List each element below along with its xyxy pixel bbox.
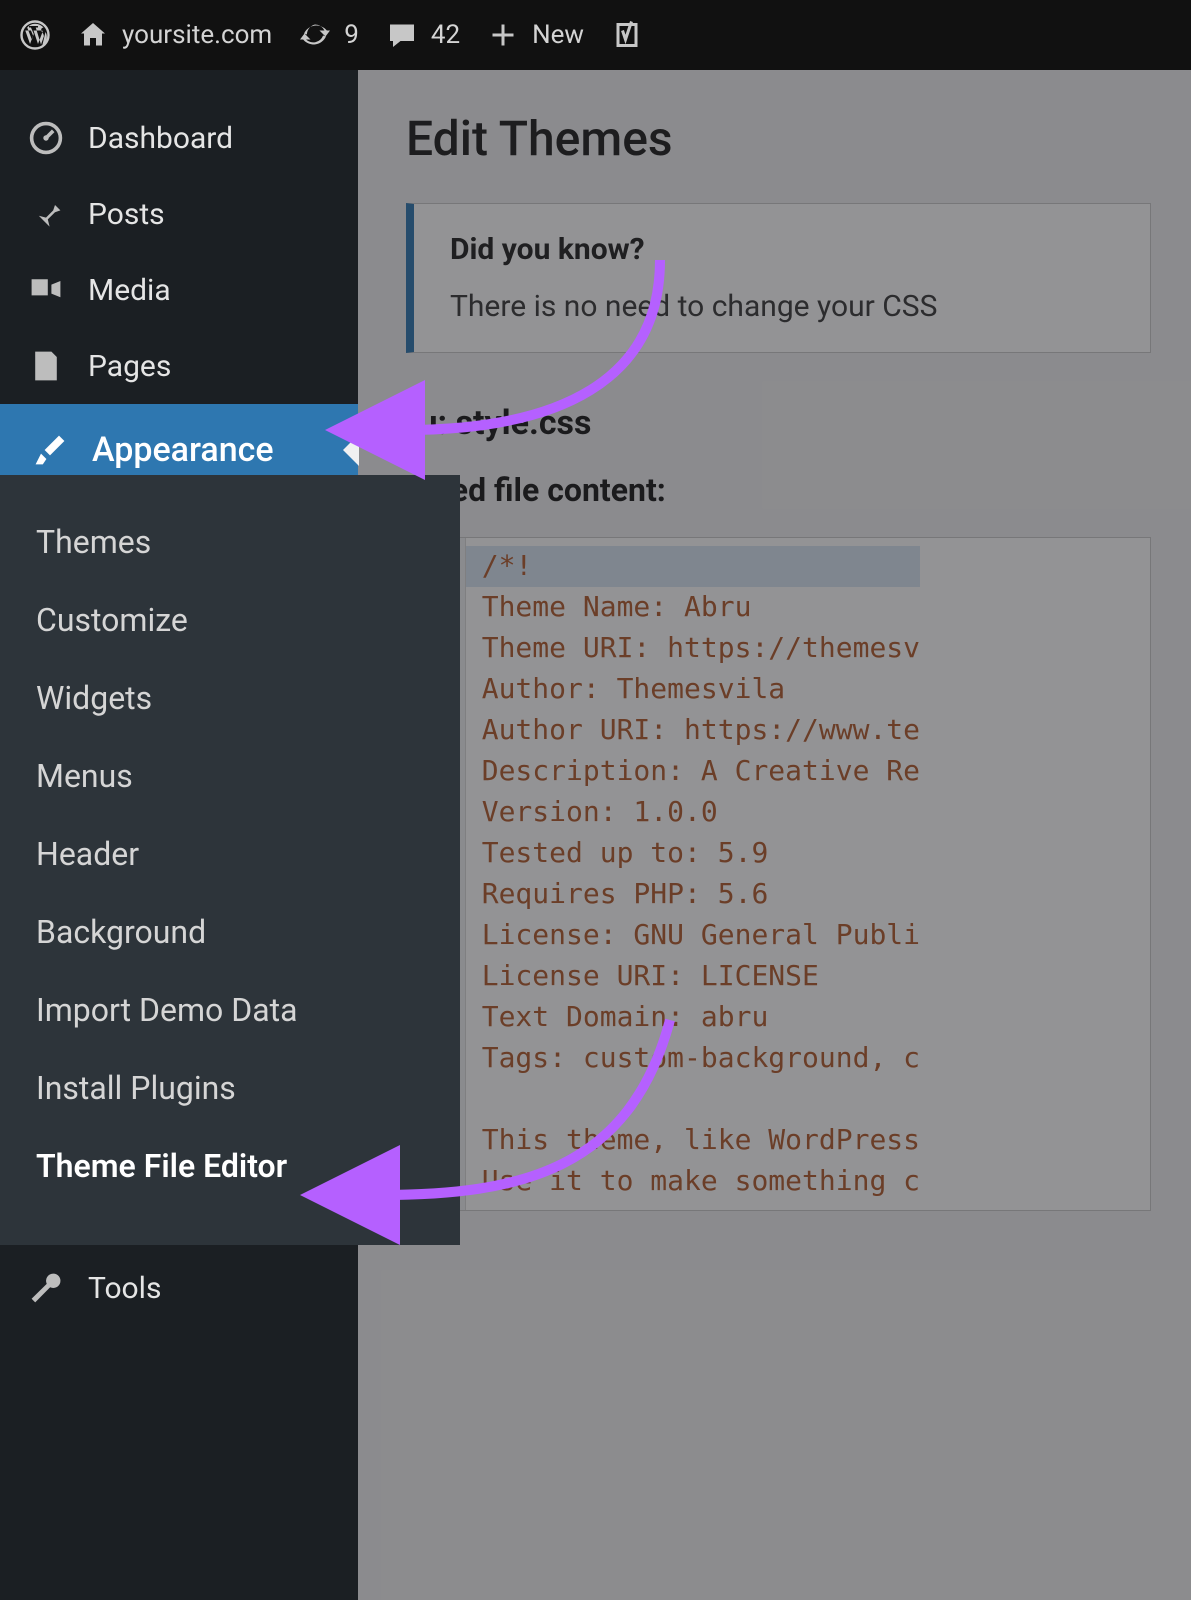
plus-icon [488, 20, 518, 50]
submenu-label: Theme File Editor [36, 1147, 287, 1185]
brush-icon [32, 432, 68, 468]
appearance-submenu: Themes Customize Widgets Menus Header Ba… [0, 475, 460, 1245]
sidebar-item-tools[interactable]: Tools [0, 1250, 358, 1326]
sidebar-item-label: Tools [88, 1271, 161, 1306]
submenu-label: Menus [36, 757, 133, 795]
dashboard-icon [28, 120, 64, 156]
media-icon [28, 272, 64, 308]
pin-icon [28, 196, 64, 232]
comments-count: 42 [431, 20, 460, 50]
sidebar-item-label: Dashboard [88, 121, 233, 156]
wp-logo[interactable] [20, 20, 50, 50]
submenu-item-widgets[interactable]: Widgets [0, 659, 460, 737]
refresh-icon [300, 20, 330, 50]
tools-icon [28, 1270, 64, 1306]
submenu-item-theme-file-editor[interactable]: Theme File Editor [0, 1127, 460, 1205]
updates-link[interactable]: 9 [300, 20, 359, 50]
home-icon [78, 20, 108, 50]
comment-icon [387, 20, 417, 50]
updates-count: 9 [344, 20, 359, 50]
admin-bar: yoursite.com 9 42 New [0, 0, 1191, 70]
yoast-link[interactable] [612, 20, 642, 50]
wordpress-icon [20, 20, 50, 50]
new-content-link[interactable]: New [488, 20, 584, 50]
comments-link[interactable]: 42 [387, 20, 460, 50]
new-label: New [532, 20, 584, 50]
submenu-item-import-demo[interactable]: Import Demo Data [0, 971, 460, 1049]
yoast-icon [612, 20, 642, 50]
submenu-item-background[interactable]: Background [0, 893, 460, 971]
sidebar-item-label: Pages [88, 349, 171, 384]
dim-overlay [358, 70, 1191, 1600]
submenu-item-install-plugins[interactable]: Install Plugins [0, 1049, 460, 1127]
submenu-item-menus[interactable]: Menus [0, 737, 460, 815]
submenu-label: Header [36, 835, 139, 873]
sidebar-menu: Dashboard Posts Media Pages Appearance [0, 70, 358, 496]
submenu-label: Background [36, 913, 206, 951]
site-name: yoursite.com [122, 20, 272, 50]
submenu-label: Customize [36, 601, 188, 639]
sidebar-item-media[interactable]: Media [0, 252, 358, 328]
submenu-label: Install Plugins [36, 1069, 236, 1107]
sidebar-item-dashboard[interactable]: Dashboard [0, 100, 358, 176]
sidebar-item-label: Appearance [92, 430, 274, 470]
submenu-label: Import Demo Data [36, 991, 298, 1029]
submenu-label: Widgets [36, 679, 152, 717]
submenu-label: Themes [36, 523, 151, 561]
sidebar-item-posts[interactable]: Posts [0, 176, 358, 252]
sidebar-item-label: Media [88, 273, 171, 308]
admin-sidebar: Dashboard Posts Media Pages Appearance T… [0, 70, 358, 1600]
submenu-item-themes[interactable]: Themes [0, 503, 460, 581]
submenu-item-customize[interactable]: Customize [0, 581, 460, 659]
sidebar-item-label: Posts [88, 197, 165, 232]
pages-icon [28, 348, 64, 384]
sidebar-item-pages[interactable]: Pages [0, 328, 358, 404]
site-home-link[interactable]: yoursite.com [78, 20, 272, 50]
submenu-item-header[interactable]: Header [0, 815, 460, 893]
